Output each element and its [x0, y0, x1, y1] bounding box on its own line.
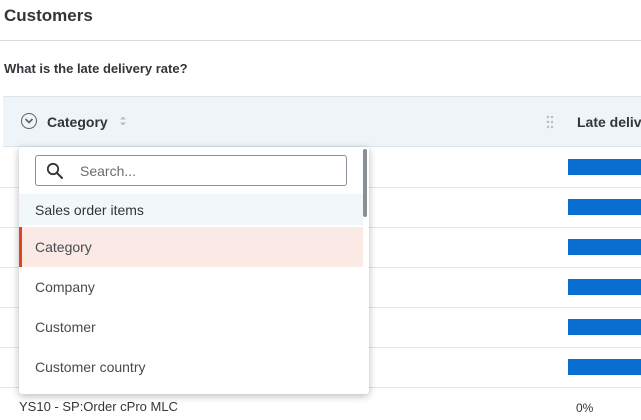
chevron-down-circle-icon[interactable] — [21, 113, 37, 129]
option-label: Customer — [35, 319, 96, 335]
option-company[interactable]: Company — [19, 267, 363, 307]
option-customer-country[interactable]: Customer country — [19, 347, 363, 387]
search-input[interactable] — [80, 160, 330, 182]
group-header-label: Sales order items — [35, 202, 144, 218]
table-row-category: YS10 - SP:Order cPro MLC — [19, 399, 178, 414]
option-label: Customer country — [35, 359, 146, 375]
rate-bar — [568, 239, 641, 255]
page: Customers What is the late delivery rate… — [0, 0, 641, 420]
rate-bar — [568, 159, 641, 175]
title-divider — [0, 40, 641, 41]
option-customer[interactable]: Customer — [19, 307, 363, 347]
field-picker-dropdown: Sales order items Category Company Custo… — [19, 147, 369, 394]
search-icon — [46, 162, 64, 185]
rate-bar — [568, 279, 641, 295]
scrollbar-thumb[interactable] — [363, 149, 367, 217]
rate-bar — [568, 199, 641, 215]
question-text: What is the late delivery rate? — [4, 61, 188, 76]
page-title: Customers — [4, 6, 93, 25]
rate-bar — [568, 319, 641, 335]
table-row-value: 0% — [576, 401, 594, 415]
column-header-late-delivery-rate[interactable]: Late delivery rate — [577, 114, 641, 130]
option-label: Category — [35, 239, 92, 255]
group-header: Sales order items — [19, 194, 363, 225]
search-box[interactable] — [35, 155, 347, 186]
table-header: Category Late delivery rate — [3, 96, 641, 147]
column-header-category[interactable]: Category — [47, 114, 108, 130]
drag-handle-icon[interactable] — [546, 115, 554, 134]
sort-icon[interactable] — [119, 114, 127, 128]
option-category[interactable]: Category — [19, 227, 363, 267]
option-label: Company — [35, 279, 95, 295]
rate-bar — [568, 359, 641, 375]
